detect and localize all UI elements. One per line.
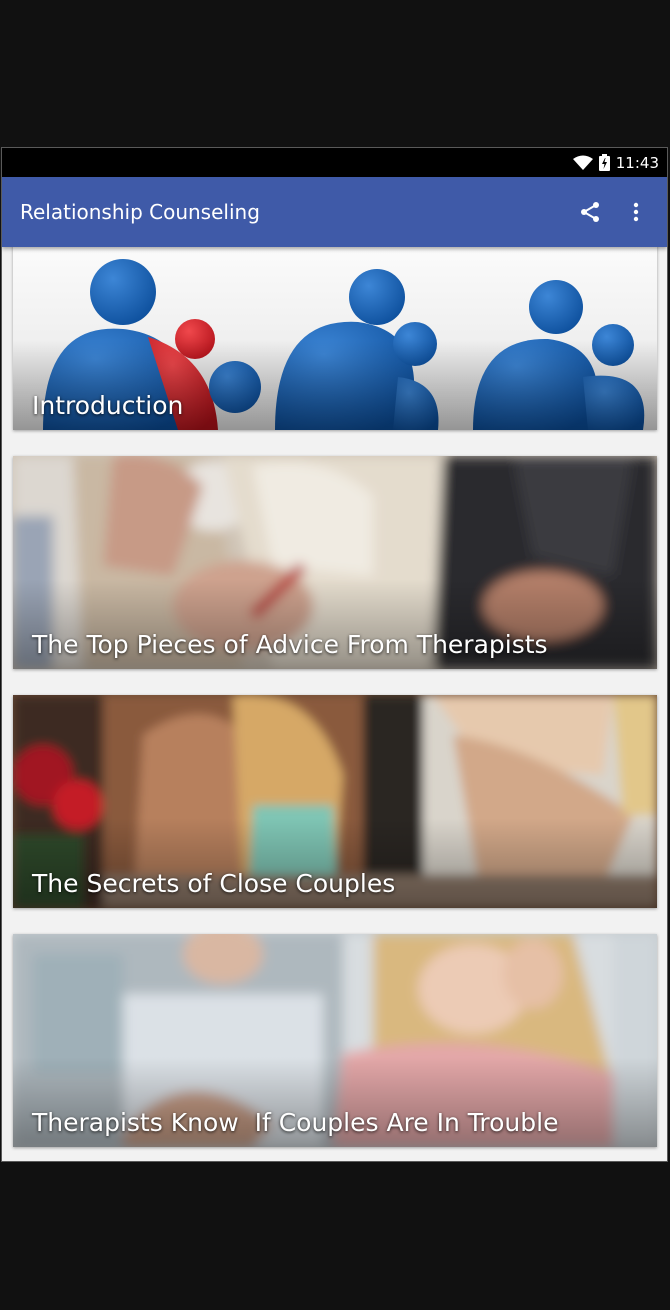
article-card-advice[interactable]: The Top Pieces of Advice From Therapists bbox=[13, 456, 657, 669]
app-bar: Relationship Counseling bbox=[2, 177, 667, 247]
wifi-icon bbox=[572, 155, 593, 171]
article-card-introduction[interactable]: Introduction bbox=[13, 247, 657, 430]
battery-icon bbox=[598, 154, 610, 171]
app-title: Relationship Counseling bbox=[20, 200, 260, 224]
article-list: Introduction The Top Pieces of Advice Fr… bbox=[2, 247, 667, 1161]
article-card-secrets[interactable]: The Secrets of Close Couples bbox=[13, 695, 657, 908]
overflow-menu-button[interactable] bbox=[613, 189, 659, 235]
more-vert-icon bbox=[633, 202, 639, 222]
phone-screen: 11:43 Relationship Counseling Introducti… bbox=[1, 147, 668, 1162]
article-title: Introduction bbox=[32, 391, 184, 420]
article-title: The Secrets of Close Couples bbox=[32, 869, 396, 898]
article-title: Therapists Know If Couples Are In Troubl… bbox=[32, 1108, 559, 1137]
share-icon bbox=[581, 202, 599, 222]
article-title: The Top Pieces of Advice From Therapists bbox=[32, 630, 548, 659]
share-button[interactable] bbox=[567, 189, 613, 235]
article-card-trouble[interactable]: Therapists Know If Couples Are In Troubl… bbox=[13, 934, 657, 1147]
status-time: 11:43 bbox=[615, 153, 659, 172]
status-bar: 11:43 bbox=[2, 148, 667, 177]
